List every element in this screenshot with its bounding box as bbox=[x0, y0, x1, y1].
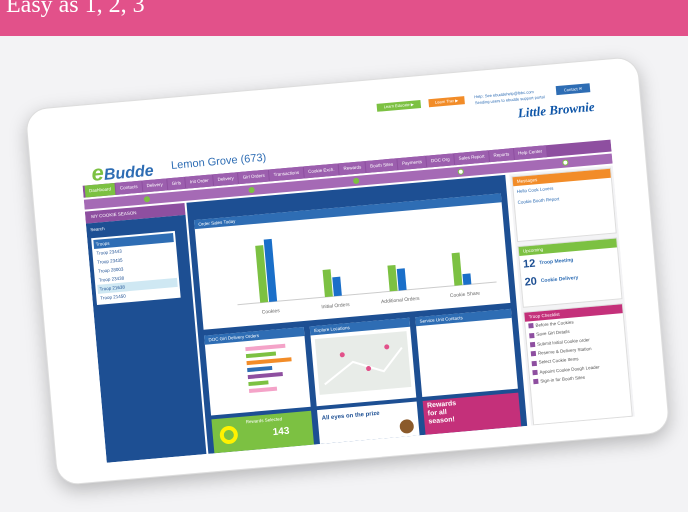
tablet-frame: Learn Educate ▶ Learn Trax ▶ Help: See e… bbox=[24, 55, 671, 487]
troop-list: Troops Troop 23443 Troop 23435 Troop 28003… bbox=[91, 230, 181, 305]
checkbox-icon[interactable] bbox=[531, 360, 537, 366]
nav-item[interactable]: Girl Orders bbox=[238, 169, 270, 185]
nav-item[interactable]: Reports bbox=[489, 148, 514, 163]
upcoming-panel: Upcoming 12 Troop Meeting 20 Cookie Deliver… bbox=[517, 237, 623, 308]
council-name: Lemon Grove (673) bbox=[170, 151, 267, 172]
progress-step-icon bbox=[248, 186, 255, 194]
nav-item[interactable]: Sales Report bbox=[454, 150, 490, 166]
rewards-title: Rewards Selected bbox=[245, 416, 283, 425]
x-tick-label: Cookie Share bbox=[450, 291, 481, 300]
checkbox-icon[interactable] bbox=[533, 378, 539, 385]
chart-bar bbox=[332, 276, 342, 297]
contact-button[interactable]: Contact ✉ bbox=[555, 83, 591, 96]
dashboard-main: Order Sales Today Cookies Initial Orders A… bbox=[186, 174, 528, 454]
explore-panel: Explore Locations bbox=[309, 317, 417, 407]
learn-trax-button[interactable]: Learn Trax ▶ bbox=[428, 96, 465, 108]
map-icon[interactable] bbox=[310, 327, 416, 405]
nav-item[interactable]: Payments bbox=[397, 155, 427, 171]
nav-item[interactable]: Delivery bbox=[142, 178, 168, 193]
event-day: 12 bbox=[522, 257, 536, 271]
service-unit-title: Service Unit Contacts bbox=[415, 308, 512, 327]
checkbox-icon[interactable] bbox=[532, 369, 538, 376]
checkbox-icon[interactable] bbox=[529, 341, 536, 348]
banner-title: Easy as 1, 2, 3 bbox=[6, 0, 145, 18]
service-unit-panel: Service Unit Contacts bbox=[415, 308, 518, 397]
rewards-box[interactable]: Rewards Selected 143 bbox=[211, 410, 315, 454]
chart-bar bbox=[462, 273, 472, 285]
prize-title: All eyes on the prize bbox=[321, 410, 380, 422]
chart-bar bbox=[451, 252, 463, 286]
progress-step-icon bbox=[352, 177, 360, 185]
nav-item[interactable]: Girls bbox=[167, 176, 186, 191]
event-day: 20 bbox=[524, 275, 538, 289]
chart-bar bbox=[387, 264, 398, 292]
checkbox-icon[interactable] bbox=[530, 351, 537, 357]
progress-step-icon bbox=[457, 168, 465, 175]
checklist-panel: Troop Checklist Before the Cookies Save G… bbox=[523, 303, 633, 426]
event-title: Troop Meeting bbox=[539, 257, 574, 267]
doc-orders-panel: DOC Girl Delivery Orders bbox=[204, 327, 311, 416]
nav-item[interactable]: Delivery bbox=[213, 172, 239, 187]
nav-item[interactable]: Contacts bbox=[115, 180, 143, 195]
x-tick-label: Initial Orders bbox=[321, 302, 350, 310]
little-brownie-logo: Little Brownie bbox=[517, 98, 596, 121]
x-tick-label: Additional Orders bbox=[381, 296, 421, 305]
event-title: Cookie Delivery bbox=[540, 274, 579, 285]
nav-item[interactable]: Help Center bbox=[513, 145, 547, 161]
rewards-value: 143 bbox=[272, 425, 290, 439]
messages-panel: Messages Hello Cook Lovers Cookie Booth … bbox=[511, 167, 617, 243]
prize-box[interactable]: All eyes on the prize bbox=[317, 401, 420, 445]
search-label[interactable]: Search bbox=[90, 219, 182, 232]
chart-bar bbox=[322, 269, 333, 298]
banner: Easy as 1, 2, 3 bbox=[0, 0, 688, 36]
right-column: Messages Hello Cook Lovers Cookie Booth … bbox=[509, 165, 635, 426]
chart-bar bbox=[396, 268, 407, 291]
learn-educate-button[interactable]: Learn Educate ▶ bbox=[376, 99, 422, 112]
donut-icon bbox=[219, 425, 238, 444]
progress-step-icon bbox=[562, 159, 569, 166]
order-sales-chart: Cookies Initial Orders Additional Orders Co… bbox=[237, 238, 497, 316]
nav-item[interactable]: Dashboard bbox=[84, 182, 116, 198]
nav-item[interactable]: Booth Sites bbox=[365, 158, 398, 173]
checklist-label: Sign-in for Booth Sites bbox=[540, 374, 586, 384]
season-promo[interactable]: Rewards for all season! bbox=[422, 392, 522, 435]
nav-item[interactable]: Init Order bbox=[185, 174, 214, 189]
order-sales-panel: Order Sales Today Cookies Initial Orders A… bbox=[193, 193, 511, 330]
checkbox-icon[interactable] bbox=[529, 332, 535, 339]
checkbox-icon[interactable] bbox=[528, 323, 534, 329]
progress-step-icon bbox=[143, 195, 151, 203]
cookie-icon bbox=[399, 419, 414, 434]
ebudde-screen: Learn Educate ▶ Learn Trax ▶ Help: See e… bbox=[77, 77, 635, 463]
promo-line: season! bbox=[428, 416, 456, 426]
nav-item[interactable]: Transactions bbox=[269, 166, 304, 182]
x-tick-label: Cookies bbox=[262, 308, 281, 316]
nav-item[interactable]: Rewards bbox=[339, 161, 366, 176]
nav-item[interactable]: Cookie Exch. bbox=[303, 163, 340, 179]
sidebar: Search Troops Troop 23443 Troop 23435 Troo… bbox=[85, 214, 207, 463]
nav-item[interactable]: DOC Org bbox=[426, 153, 455, 168]
doc-orders-bars bbox=[245, 343, 292, 394]
